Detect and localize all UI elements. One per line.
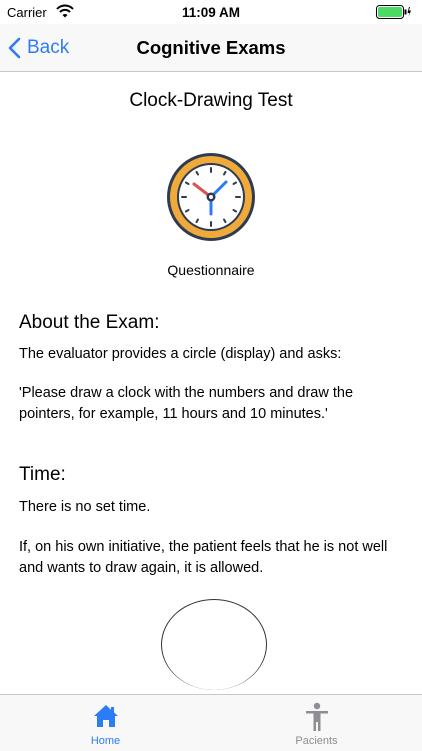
tab-bar: Home Pacients: [0, 694, 422, 751]
drawing-circle[interactable]: [161, 599, 267, 690]
clock-icon: [165, 151, 257, 248]
back-label: Back: [27, 37, 70, 58]
person-icon: [303, 702, 331, 737]
back-button[interactable]: Back: [8, 35, 69, 61]
time-heading: Time:: [19, 464, 66, 485]
tab-pacients[interactable]: Pacients: [211, 695, 422, 751]
tab-home-label: Home: [90, 735, 121, 747]
about-text-2: 'Please draw a clock with the numbers an…: [19, 385, 354, 422]
about-text-1: The evaluator provides a circle (display…: [19, 346, 342, 362]
navigation-bar: Back Cognitive Exams: [0, 24, 422, 72]
about-heading: About the Exam:: [19, 312, 160, 333]
time-text-2: If, on his own initiative, the patient f…: [19, 539, 388, 576]
battery-icon: [376, 5, 412, 22]
status-bar: Carrier 11:09 AM: [0, 0, 422, 24]
tab-home[interactable]: Home: [0, 695, 211, 751]
questionnaire-caption: Questionnaire: [167, 262, 255, 278]
tab-pacients-label: Pacients: [295, 735, 338, 747]
exam-title: Clock-Drawing Test: [129, 90, 293, 111]
exam-content[interactable]: Clock-Drawing Test Questionnaire About t…: [0, 72, 422, 694]
time-text-1: There is no set time.: [19, 499, 151, 515]
status-time: 11:09 AM: [181, 5, 241, 20]
chevron-left-icon: [8, 37, 21, 59]
home-icon: [92, 702, 120, 735]
